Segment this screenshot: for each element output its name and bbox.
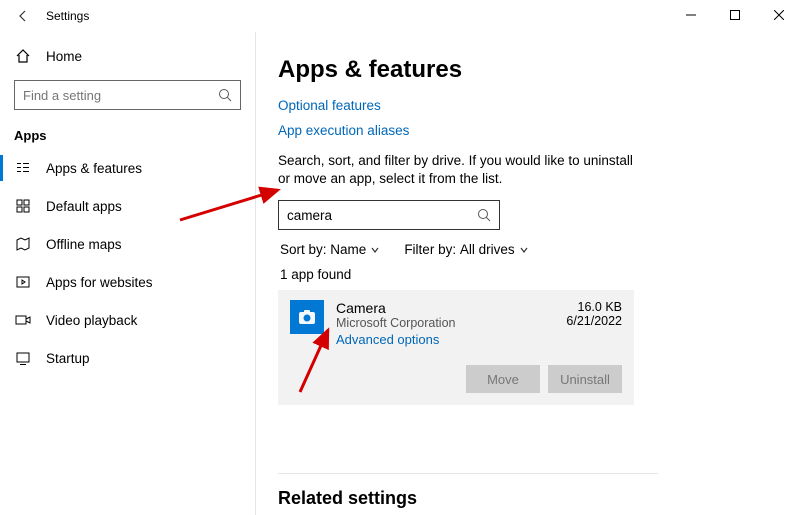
optional-features-link[interactable]: Optional features xyxy=(278,98,381,113)
minimize-icon xyxy=(686,10,696,20)
app-name: Camera xyxy=(336,300,554,316)
sidebar: Home Apps Apps & features Default apps xyxy=(0,32,256,515)
maximize-icon xyxy=(730,10,740,20)
close-icon xyxy=(774,10,784,20)
window-controls xyxy=(669,0,801,30)
app-search-input[interactable] xyxy=(287,208,477,223)
description-text: Search, sort, and filter by drive. If yo… xyxy=(278,152,648,188)
chevron-down-icon xyxy=(370,245,380,255)
startup-icon xyxy=(14,350,32,366)
offline-maps-icon xyxy=(14,236,32,252)
nav-default-apps[interactable]: Default apps xyxy=(0,187,255,225)
divider xyxy=(278,473,658,474)
back-button[interactable] xyxy=(14,7,32,25)
close-button[interactable] xyxy=(757,0,801,30)
video-playback-icon xyxy=(14,312,32,328)
settings-search-input[interactable] xyxy=(23,88,218,103)
app-size: 16.0 KB xyxy=(566,300,622,314)
app-execution-aliases-link[interactable]: App execution aliases xyxy=(278,123,409,138)
search-icon xyxy=(218,88,232,102)
minimize-button[interactable] xyxy=(669,0,713,30)
chevron-down-icon xyxy=(519,245,529,255)
page-heading: Apps & features xyxy=(278,56,801,84)
window-title: Settings xyxy=(46,9,89,23)
nav-label: Offline maps xyxy=(46,237,122,252)
app-search-box[interactable] xyxy=(278,200,500,230)
nav-label: Apps & features xyxy=(46,161,142,176)
move-button[interactable]: Move xyxy=(466,365,540,393)
home-icon xyxy=(14,48,32,64)
nav-offline-maps[interactable]: Offline maps xyxy=(0,225,255,263)
app-date: 6/21/2022 xyxy=(566,314,622,328)
app-publisher: Microsoft Corporation xyxy=(336,316,554,330)
nav-label: Default apps xyxy=(46,199,122,214)
apps-features-icon xyxy=(14,160,32,176)
sort-by[interactable]: Sort by: Name xyxy=(280,242,380,257)
search-icon xyxy=(477,208,491,222)
nav-startup[interactable]: Startup xyxy=(0,339,255,377)
maximize-button[interactable] xyxy=(713,0,757,30)
camera-icon xyxy=(297,307,317,327)
advanced-options-link[interactable]: Advanced options xyxy=(336,332,439,347)
filter-value: All drives xyxy=(460,242,515,257)
apps-websites-icon xyxy=(14,274,32,290)
nav-label: Video playback xyxy=(46,313,137,328)
home-label: Home xyxy=(46,49,82,64)
nav-apps-features[interactable]: Apps & features xyxy=(0,149,255,187)
sidebar-section-label: Apps xyxy=(0,118,255,149)
nav-apps-websites[interactable]: Apps for websites xyxy=(0,263,255,301)
filter-label: Filter by: xyxy=(404,242,456,257)
app-icon xyxy=(290,300,324,334)
home-nav[interactable]: Home xyxy=(0,36,255,76)
nav-video-playback[interactable]: Video playback xyxy=(0,301,255,339)
back-arrow-icon xyxy=(16,9,30,23)
related-heading: Related settings xyxy=(278,488,801,509)
app-entry[interactable]: Camera Microsoft Corporation Advanced op… xyxy=(278,290,634,405)
result-count: 1 app found xyxy=(280,267,801,282)
nav-label: Apps for websites xyxy=(46,275,153,290)
default-apps-icon xyxy=(14,198,32,214)
uninstall-button[interactable]: Uninstall xyxy=(548,365,622,393)
settings-search[interactable] xyxy=(14,80,241,110)
nav-label: Startup xyxy=(46,351,90,366)
sort-label: Sort by: xyxy=(280,242,327,257)
filter-by[interactable]: Filter by: All drives xyxy=(404,242,528,257)
sort-value: Name xyxy=(330,242,366,257)
content-pane: Apps & features Optional features App ex… xyxy=(256,32,801,515)
